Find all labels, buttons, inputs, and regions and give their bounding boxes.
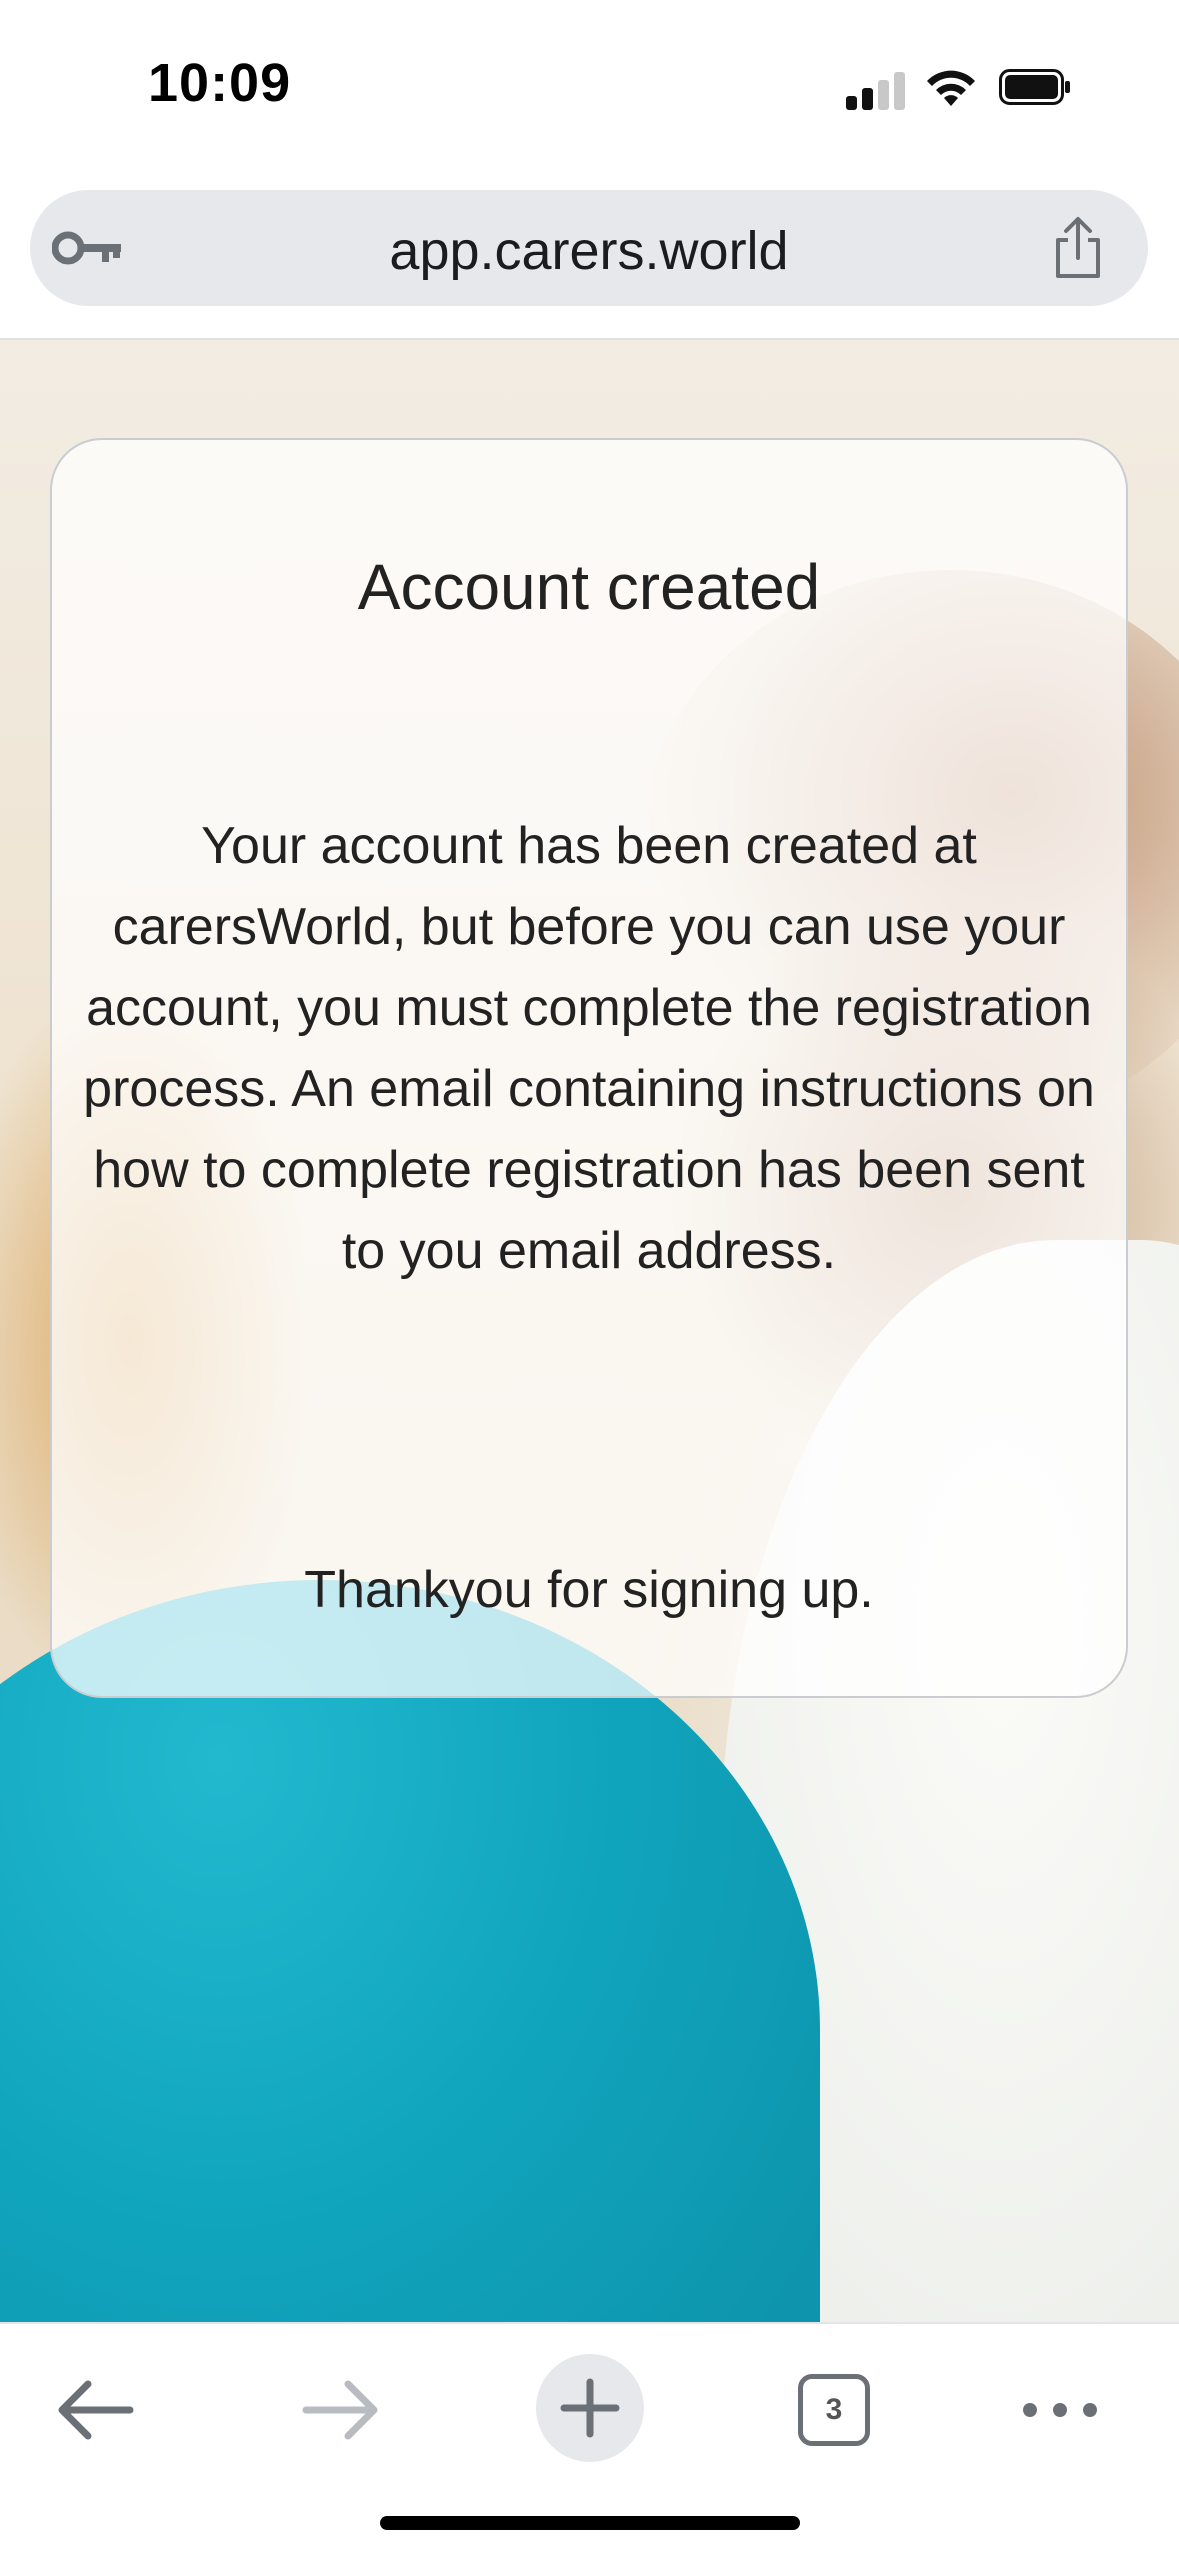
- cellular-signal-icon: [846, 70, 906, 110]
- plus-icon: [560, 2378, 620, 2438]
- home-indicator: [380, 2516, 800, 2530]
- arrow-right-icon[interactable]: [296, 2360, 386, 2460]
- status-bar: 10:09: [0, 0, 1179, 175]
- address-bar[interactable]: app.carers.world: [30, 190, 1148, 306]
- url-text[interactable]: app.carers.world: [30, 220, 1148, 282]
- card-thanks: Thankyou for signing up.: [304, 1561, 874, 1619]
- new-tab-button[interactable]: [536, 2354, 644, 2462]
- card-title: Account created: [357, 551, 821, 623]
- tabs-count-icon[interactable]: 3: [798, 2374, 870, 2446]
- wifi-icon: [927, 70, 975, 106]
- share-icon[interactable]: [1050, 216, 1106, 280]
- arrow-left-icon[interactable]: [50, 2360, 140, 2460]
- more-horizontal-icon[interactable]: [1020, 2360, 1100, 2460]
- battery-icon: [999, 69, 1070, 105]
- account-created-card: Account created Your account has been cr…: [50, 438, 1128, 1698]
- card-message: Your account has been created at carersW…: [83, 817, 1095, 1280]
- status-time: 10:09: [148, 53, 292, 113]
